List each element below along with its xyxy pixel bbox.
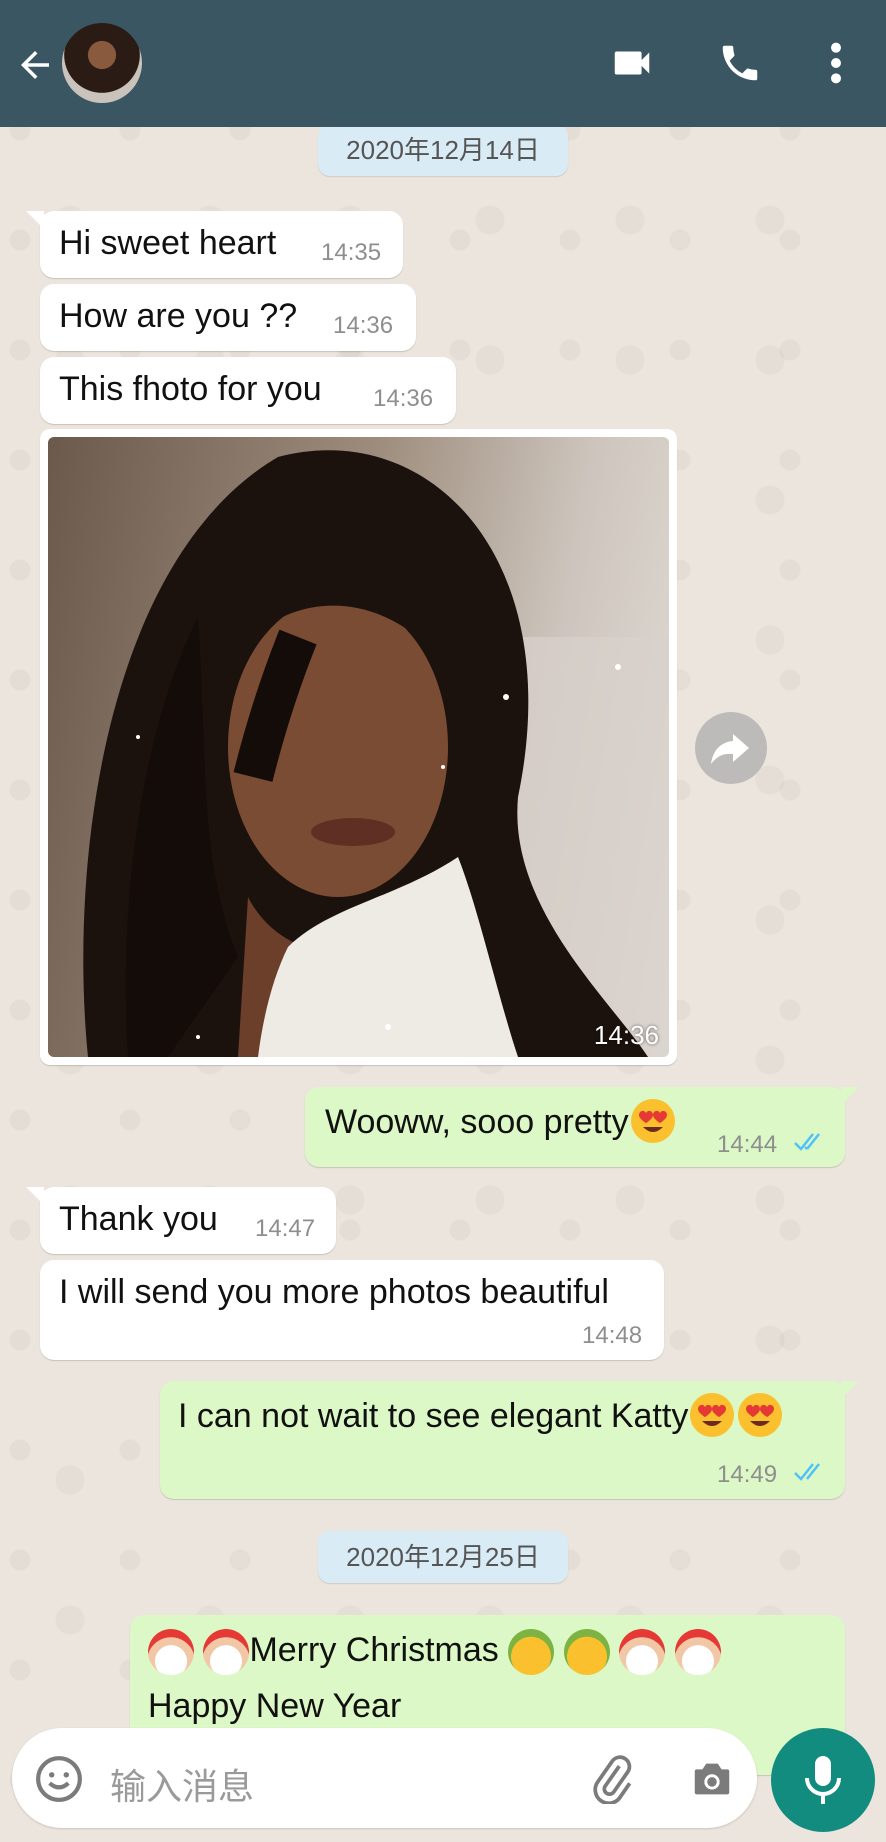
message-time: 14:44 <box>717 1131 778 1158</box>
phone-icon[interactable] <box>717 40 763 86</box>
message-text: This fhoto for you <box>59 370 322 408</box>
message-incoming[interactable]: This fhoto for you 14:36 <box>40 357 456 424</box>
microphone-button[interactable] <box>771 1728 875 1832</box>
message-text: Wooww, sooo pretty <box>325 1103 629 1141</box>
message-text-line: Happy New Year <box>148 1687 401 1726</box>
message-time: 14:36 <box>593 1020 659 1050</box>
message-text: Hi sweet heart <box>59 224 277 262</box>
message-text: I can not wait to see elegant Katty <box>178 1397 689 1435</box>
message-text-wrap: Wooww, sooo pretty <box>325 1099 677 1145</box>
message-time: 14:35 <box>321 239 382 266</box>
message-text: I will send you more photos beautiful <box>59 1273 609 1311</box>
read-ticks-icon <box>794 1133 820 1151</box>
camera-icon[interactable] <box>688 1756 736 1802</box>
message-text-line: Merry Christmas <box>148 1629 721 1675</box>
date-separator: 2020年12月14日 <box>318 124 568 176</box>
message-input[interactable]: 输入消息 <box>110 1758 254 1810</box>
santa-emoji-icon <box>619 1629 666 1675</box>
message-text: Merry Christmas <box>249 1630 499 1669</box>
message-incoming[interactable]: How are you ?? 14:36 <box>40 284 416 351</box>
photo-message[interactable]: 14:36 <box>40 429 677 1065</box>
message-time: 14:36 <box>373 385 434 412</box>
contact-avatar[interactable] <box>62 23 142 103</box>
forward-icon <box>711 734 749 764</box>
santa-emoji-icon <box>148 1629 194 1675</box>
chat-header <box>0 0 886 127</box>
message-input-bar[interactable]: 输入消息 <box>12 1728 757 1828</box>
message-time: 14:48 <box>582 1322 643 1349</box>
heart-eyes-emoji-icon <box>630 1099 675 1144</box>
message-time: 14:36 <box>333 312 394 339</box>
read-ticks-icon <box>794 1463 820 1481</box>
forward-button[interactable] <box>695 712 767 784</box>
message-text: Thank you <box>59 1200 218 1238</box>
message-incoming[interactable]: Hi sweet heart 14:35 <box>26 211 403 278</box>
santa-emoji-icon <box>203 1629 250 1675</box>
party-face-emoji-icon <box>508 1629 555 1675</box>
message-outgoing[interactable]: I can not wait to see elegant Katty 14:4… <box>160 1381 859 1499</box>
heart-eyes-emoji-icon <box>690 1393 735 1438</box>
message-text: Happy New Year <box>148 1687 402 1725</box>
message-incoming[interactable]: Thank you 14:47 <box>26 1187 336 1254</box>
smiley-icon[interactable] <box>34 1754 84 1804</box>
message-time: 14:49 <box>717 1461 778 1488</box>
message-time: 14:47 <box>255 1215 316 1242</box>
date-separator: 2020年12月25日 <box>318 1531 568 1583</box>
santa-emoji-icon <box>674 1629 721 1675</box>
video-camera-icon[interactable] <box>607 40 657 86</box>
heart-eyes-emoji-icon <box>738 1393 783 1438</box>
message-text: How are you ?? <box>59 297 298 335</box>
message-incoming[interactable]: I will send you more photos beautiful 14… <box>40 1260 664 1360</box>
shared-photo[interactable] <box>48 437 669 1057</box>
microphone-icon <box>805 1756 841 1804</box>
party-face-emoji-icon <box>563 1629 610 1675</box>
message-outgoing[interactable]: Wooww, sooo pretty 14:44 <box>305 1087 859 1167</box>
arrow-left-icon[interactable] <box>14 44 56 86</box>
paperclip-icon[interactable] <box>587 1754 637 1804</box>
more-vert-icon[interactable] <box>824 40 848 86</box>
message-text-wrap: I can not wait to see elegant Katty <box>178 1393 784 1439</box>
